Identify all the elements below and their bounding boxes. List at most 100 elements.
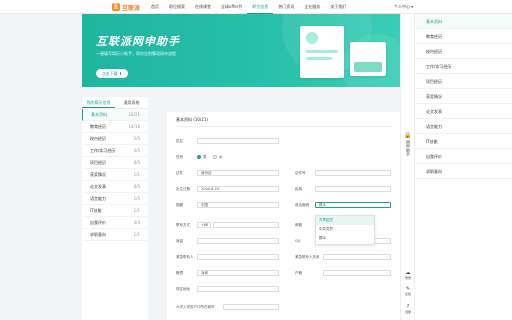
banner-subtitle: 一键填写简历小助手，帮你告别繁琐网申流程 — [96, 51, 176, 56]
user-center-menu[interactable]: 个人中心 ▾ — [394, 0, 413, 14]
dropdown-option[interactable]: 共青团员 — [316, 216, 374, 225]
panel-item-projects[interactable]: 项目经历 — [415, 74, 512, 89]
top-label: 顶部 — [404, 310, 411, 314]
sidebar-item-count: 0/5 — [133, 160, 140, 165]
nav-job-search[interactable]: 职位搜索 — [164, 0, 190, 14]
panel-item-papers[interactable]: 论文发表 — [415, 104, 512, 119]
sidebar-item-count: 0/5 — [133, 148, 140, 153]
country-label: 国籍 — [176, 203, 183, 207]
banner-avatar-graphic — [306, 32, 318, 44]
feedback-tool[interactable]: ✎ 反馈 — [401, 286, 415, 296]
nav-home[interactable]: 首页 — [146, 0, 164, 14]
sidebar-item-label: 自我评价 — [90, 220, 106, 225]
panel-item-language[interactable]: 语言能力 — [415, 119, 512, 134]
gender-female-radio[interactable] — [213, 155, 217, 159]
ethnic-field[interactable] — [315, 186, 391, 192]
panel-item-awards[interactable]: 获奖情况 — [415, 89, 512, 104]
id-type-select[interactable]: 身份证 — [197, 170, 279, 176]
nav-online-class[interactable]: 在线课堂 — [190, 0, 216, 14]
emergency-contact-label: 紧急联系人 — [176, 255, 194, 259]
sidebar-item-education[interactable]: 教育经历 14/16 — [82, 121, 148, 133]
nav-enterprise[interactable]: 企业服务 — [299, 0, 325, 14]
household-field[interactable] — [323, 270, 391, 276]
birth-date-label: 出生日期 — [176, 187, 190, 191]
political-select[interactable]: 群众 — [315, 202, 391, 208]
nav-global-offer[interactable]: 全球offer节 — [216, 0, 247, 14]
lock-icon: 🔒 — [404, 132, 412, 139]
sidebar-item-count: 1/1 — [133, 208, 140, 213]
sidebar-tabs: 我的简历信息 通用表格 — [82, 97, 148, 109]
panel-item-work[interactable]: 工作/实习经历 — [415, 59, 512, 74]
pre-college-city-field[interactable] — [223, 304, 279, 310]
panel-item-campus[interactable]: 校内经历 — [415, 44, 512, 59]
resume-sidebar: 我的简历信息 通用表格 基本资料 10/21 教育经历 14/16 校内经历 5/5 … — [82, 97, 148, 320]
sidebar-item-count: 10/21 — [128, 112, 140, 117]
panel-item-it-skills[interactable]: IT技能 — [415, 134, 512, 149]
country-select[interactable]: 中国 — [197, 202, 279, 208]
sidebar-item-it-skills[interactable]: IT技能 1/1 — [82, 205, 148, 217]
political-label: 政治面貌 — [295, 203, 309, 207]
birth-date-field[interactable]: 2004-6-20 — [197, 186, 279, 192]
phone-field[interactable] — [213, 222, 279, 228]
sidebar-item-count: 1/5 — [133, 196, 140, 201]
id-number-field[interactable] — [315, 170, 391, 176]
sidebar-item-label: 工作/实习经历 — [90, 148, 116, 153]
email-label: 邮箱 — [295, 223, 302, 227]
address-field[interactable] — [197, 286, 279, 292]
id-type-label: 证件 — [176, 171, 183, 175]
sidebar-item-campus[interactable]: 校内经历 5/5 — [82, 133, 148, 145]
site-logo[interactable]: 互 互联派 — [112, 3, 141, 12]
emergency-contact-field[interactable] — [197, 254, 279, 260]
nav-hot-news[interactable]: 热门资讯 — [273, 0, 299, 14]
sidebar-item-self-eval[interactable]: 自我评价 4/4 — [82, 217, 148, 229]
sidebar-item-label: 语言能力 — [90, 196, 106, 201]
sidebar-item-language[interactable]: 语言能力 1/5 — [82, 193, 148, 205]
assistant-tool[interactable]: 🔒 网申助手 — [401, 132, 415, 156]
qq-label: QQ — [295, 239, 301, 243]
gender-male-radio[interactable] — [197, 155, 201, 159]
sidebar-item-work[interactable]: 工作/实习经历 0/5 — [82, 145, 148, 157]
banner-chart-graphic — [354, 62, 382, 72]
dropdown-option[interactable]: 群众 — [316, 234, 374, 243]
name-field[interactable] — [197, 138, 279, 144]
form-divider — [176, 126, 391, 127]
promo-banner: 互联派网申助手 一键填写简历小助手，帮你告别繁琐网申流程 点击下载 ⬇ — [82, 14, 400, 87]
emergency-relation-field[interactable] — [323, 254, 391, 260]
nav-job-info[interactable]: 职位信息 — [247, 0, 274, 14]
sidebar-item-count: 0/5 — [133, 184, 140, 189]
logo-text: 互联派 — [122, 4, 141, 12]
feedback-label: 反馈 — [404, 292, 411, 296]
sidebar-item-count: 4/4 — [133, 220, 140, 225]
top-navbar: 互 互联派 首页 职位搜索 在线课堂 全球offer节 职位信息 热门资讯 企业… — [0, 0, 512, 14]
sidebar-item-basic-info[interactable]: 基本资料 10/21 — [82, 109, 148, 121]
dropdown-option[interactable]: 中共党员 — [316, 225, 374, 234]
sidebar-item-job-intent[interactable]: 求职意向 1/1 — [82, 229, 148, 241]
sidebar-item-projects[interactable]: 项目经历 0/5 — [82, 157, 148, 169]
name-label: 姓名 — [176, 139, 183, 143]
top-tool[interactable]: ? 顶部 — [401, 304, 415, 314]
sidebar-item-count: 1/1 — [133, 232, 140, 237]
nav-about[interactable]: 关于我们 — [325, 0, 351, 14]
panel-item-education[interactable]: 教育经历 — [415, 29, 512, 44]
panel-item-self-eval[interactable]: 自我评价 — [415, 149, 512, 164]
sidebar-item-label: 论文发表 — [90, 184, 106, 189]
main-nav: 首页 职位搜索 在线课堂 全球offer节 职位信息 热门资讯 企业服务 关于我… — [146, 0, 351, 14]
sidebar-item-awards[interactable]: 获奖情况 1/1 — [82, 169, 148, 181]
sidebar-item-label: 校内经历 — [90, 136, 106, 141]
origin-select[interactable]: 深圳 — [197, 270, 279, 276]
download-button[interactable]: 点击下载 ⬇ — [96, 69, 128, 78]
tab-my-resume[interactable]: 我的简历信息 — [82, 97, 115, 108]
banner-line-graphic — [306, 57, 332, 60]
sidebar-item-papers[interactable]: 论文发表 0/5 — [82, 181, 148, 193]
height-field[interactable] — [197, 238, 279, 244]
tab-common-form[interactable]: 通用表格 — [115, 97, 148, 108]
phone-prefix-select[interactable]: +86 — [197, 222, 211, 228]
login-tool[interactable]: ☁ 登录 — [401, 270, 415, 280]
emergency-relation-label: 紧急联系人关系 — [295, 255, 320, 259]
gender-female-label: 女 — [219, 155, 223, 159]
panel-item-job-intent[interactable]: 求职意向 — [415, 164, 512, 179]
banner-title: 互联派网申助手 — [96, 35, 180, 48]
logo-icon: 互 — [112, 3, 120, 11]
gender-male-label: 男 — [203, 155, 207, 159]
panel-item-basic-info[interactable]: 基本资料 — [415, 14, 512, 29]
